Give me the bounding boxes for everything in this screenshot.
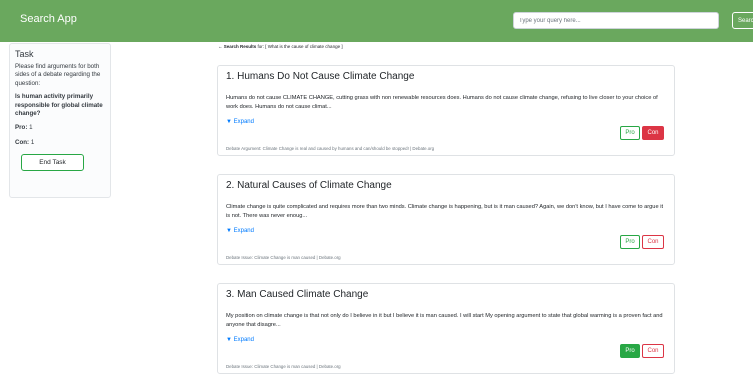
task-title: Task: [15, 49, 34, 59]
app-brand[interactable]: Search App: [20, 13, 77, 25]
result-snippet: Climate change is quite complicated and …: [226, 204, 664, 219]
pro-button[interactable]: Pro: [620, 126, 640, 140]
pro-button[interactable]: Pro: [620, 344, 640, 358]
expand-link[interactable]: ▼ Expand: [226, 228, 666, 234]
end-task-button[interactable]: End Task: [21, 154, 84, 172]
con-count-row: Con: 1: [15, 139, 105, 146]
expand-link[interactable]: ▼ Expand: [226, 119, 666, 125]
stance-buttons: Pro Con: [226, 235, 666, 252]
result-snippet: Humans do not cause CLIMATE CHANGE, cutt…: [226, 95, 658, 110]
search-button[interactable]: Search: [732, 12, 753, 29]
task-question: Is human activity primarily responsible …: [15, 93, 103, 118]
result-source: Debate Issue: Climate Change is man caus…: [226, 364, 341, 369]
task-description: Please find arguments for both sides of …: [15, 63, 101, 87]
result-source: Debate Argument: Climate Change is real …: [226, 146, 435, 151]
con-button[interactable]: Con: [642, 126, 664, 140]
con-button[interactable]: Con: [642, 344, 664, 358]
search-query-text: for: [ What is the cause of climate chan…: [256, 44, 343, 49]
result-card: 3. Man Caused Climate Change My position…: [217, 283, 675, 374]
pro-count-label: Pro:: [15, 124, 28, 132]
pro-count-row: Pro: 1: [15, 124, 105, 131]
pro-button[interactable]: Pro: [620, 235, 640, 249]
stance-buttons: Pro Con: [226, 344, 666, 361]
con-count-label: Con:: [15, 139, 30, 147]
result-snippet: My position on climate change is that no…: [226, 313, 663, 328]
con-button[interactable]: Con: [642, 235, 664, 249]
result-title[interactable]: 2. Natural Causes of Climate Change: [226, 180, 666, 191]
result-title[interactable]: 3. Man Caused Climate Change: [226, 289, 666, 300]
con-count-value: 1: [30, 139, 35, 147]
result-title[interactable]: 1. Humans Do Not Cause Climate Change: [226, 71, 666, 82]
stance-buttons: Pro Con: [226, 126, 666, 143]
navbar: Search App Search: [0, 0, 753, 42]
pro-count-value: 1: [29, 124, 33, 132]
result-source: Debate Issue: Climate Change is man caus…: [226, 255, 341, 260]
search-input[interactable]: [513, 12, 719, 29]
expand-link[interactable]: ▼ Expand: [226, 337, 666, 343]
result-card: 1. Humans Do Not Cause Climate Change Hu…: [217, 65, 675, 156]
search-results-header: ← Search Results for: [ What is the caus…: [218, 44, 343, 49]
result-card: 2. Natural Causes of Climate Change Clim…: [217, 174, 675, 265]
search-results-label: Search Results: [223, 44, 257, 49]
task-panel: Task Please find arguments for both side…: [9, 43, 111, 198]
